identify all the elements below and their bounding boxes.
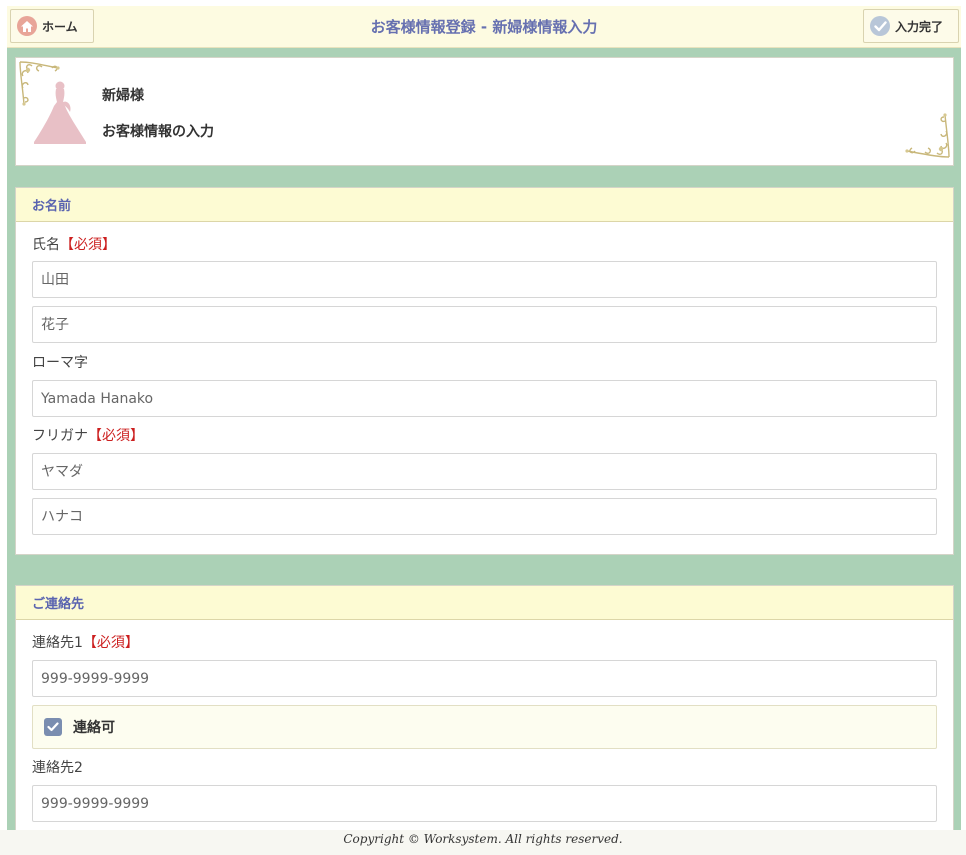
furigana-label: フリガナ【必須】 <box>32 425 144 445</box>
first-name-input[interactable] <box>32 306 937 343</box>
profile-subtitle: お客様情報の入力 <box>102 124 214 140</box>
required-tag: 【必須】 <box>60 237 116 253</box>
page-title: お客様情報登録 - 新婦様情報入力 <box>370 18 598 36</box>
contact1-label-text: 連絡先1 <box>32 635 83 651</box>
profile-role: 新婦様 <box>102 88 144 104</box>
name-section: お名前 氏名【必須】 ローマ字 フリガナ【必須】 <box>15 187 954 555</box>
contact1-label: 連絡先1【必須】 <box>32 632 139 652</box>
profile-card: 新婦様 お客様情報の入力 <box>15 57 954 166</box>
furigana-first-input[interactable] <box>32 498 937 535</box>
contactable-checkbox-row[interactable]: 連絡可 <box>32 705 937 749</box>
fullname-label-text: 氏名 <box>32 237 60 253</box>
contact1-input[interactable] <box>32 660 937 697</box>
input-complete-label: 入力完了 <box>895 19 944 34</box>
furigana-label-text: フリガナ <box>32 428 88 444</box>
section-heading: お名前 <box>16 188 953 222</box>
required-tag: 【必須】 <box>82 635 139 651</box>
contact2-input[interactable] <box>32 785 937 822</box>
romaji-label: ローマ字 <box>32 355 88 371</box>
check-icon <box>870 16 890 36</box>
contact-section: ご連絡先 連絡先1【必須】 連絡可 連絡先2 <box>15 585 954 830</box>
app-frame: ホーム お客様情報登録 - 新婦様情報入力 入力完了 新婦様 お客様情報の入力 … <box>7 6 961 830</box>
last-name-input[interactable] <box>32 261 937 298</box>
romaji-input[interactable] <box>32 380 937 417</box>
contact2-label: 連絡先2 <box>32 760 83 776</box>
input-complete-button[interactable]: 入力完了 <box>863 9 959 43</box>
bride-silhouette-icon <box>34 80 86 148</box>
checkbox-checked-icon[interactable] <box>44 718 62 736</box>
fullname-label: 氏名【必須】 <box>32 234 116 254</box>
contactable-label: 連絡可 <box>73 720 115 736</box>
ornament-icon <box>903 111 951 163</box>
required-tag: 【必須】 <box>88 428 144 444</box>
furigana-last-input[interactable] <box>32 453 937 490</box>
header-bar: ホーム お客様情報登録 - 新婦様情報入力 入力完了 <box>7 6 961 48</box>
footer-copyright: Copyright © Worksystem. All rights reser… <box>0 830 966 855</box>
section-heading: ご連絡先 <box>16 586 953 620</box>
